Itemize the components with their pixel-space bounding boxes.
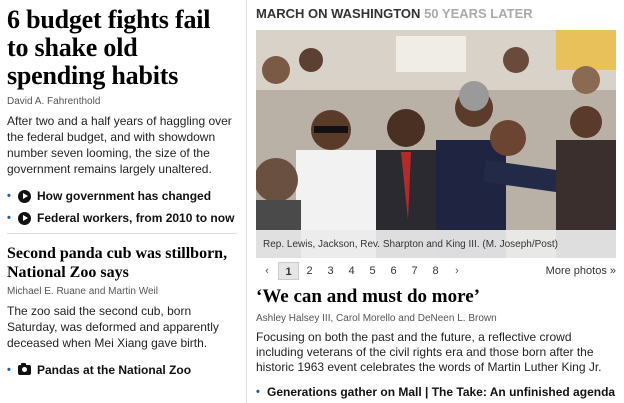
related-link-label[interactable]: How government has changed	[37, 189, 211, 203]
kicker-main[interactable]: MARCH ON WASHINGTON	[256, 6, 420, 21]
related-link-label[interactable]: Pandas at the National Zoo	[37, 363, 191, 377]
panda-blurb: The zoo said the second cub, born Saturd…	[7, 304, 219, 350]
pager-page[interactable]: 8	[425, 262, 446, 280]
camera-icon	[18, 363, 31, 375]
budget-headline[interactable]: 6 budget fights fail to shake old spendi…	[7, 6, 237, 90]
bullet-icon: •	[7, 212, 11, 224]
pager-next-button[interactable]: ›	[446, 265, 468, 277]
bullet-icon: •	[7, 364, 11, 376]
right-column: MARCH ON WASHINGTON 50 YEARS LATER Rep. …	[256, 6, 616, 399]
pager-page[interactable]: 5	[362, 262, 383, 280]
column-divider	[246, 0, 247, 403]
related-link-federal-workers[interactable]: • Federal workers, from 2010 to now	[7, 207, 237, 229]
budget-byline[interactable]: David A. Fahrenthold	[7, 96, 237, 107]
pager-prev-button[interactable]: ‹	[256, 265, 278, 277]
play-icon	[18, 211, 31, 225]
pager-page[interactable]: 6	[383, 262, 404, 280]
related-link-government[interactable]: • How government has changed	[7, 185, 237, 207]
pager-page[interactable]: 1	[278, 262, 299, 280]
pager-page[interactable]: 3	[320, 262, 341, 280]
related-link-pandas[interactable]: • Pandas at the National Zoo	[7, 359, 237, 381]
more-photos-link[interactable]: More photos »	[546, 265, 616, 277]
panda-related-list: • Pandas at the National Zoo	[7, 359, 237, 381]
march-blurb: Focusing on both the past and the future…	[256, 330, 602, 374]
pager-page[interactable]: 2	[299, 262, 320, 280]
panda-byline[interactable]: Michael E. Ruane and Martin Weil	[7, 286, 237, 297]
story-divider	[7, 233, 237, 234]
play-icon	[18, 189, 31, 203]
kicker-muted[interactable]: 50 YEARS LATER	[424, 6, 533, 21]
budget-blurb: After two and a half years of haggling o…	[7, 114, 232, 176]
gallery-pager: ‹ 1 2 3 4 5 6 7 8 › More photos »	[256, 261, 616, 281]
related-link-label[interactable]: Generations gather on Mall | The Take: A…	[267, 385, 615, 399]
photo-caption: Rep. Lewis, Jackson, Rev. Sharpton and K…	[256, 230, 616, 258]
gallery-photo[interactable]: Rep. Lewis, Jackson, Rev. Sharpton and K…	[256, 30, 616, 258]
crowd-photo-illustration	[256, 30, 616, 258]
left-column: 6 budget fights fail to shake old spendi…	[7, 6, 237, 381]
related-link-generations[interactable]: • Generations gather on Mall | The Take:…	[256, 385, 616, 399]
budget-related-list: • How government has changed • Federal w…	[7, 185, 237, 229]
march-byline[interactable]: Ashley Halsey III, Carol Morello and DeN…	[256, 313, 616, 324]
march-headline[interactable]: ‘We can and must do more’	[256, 286, 616, 308]
related-link-label[interactable]: Federal workers, from 2010 to now	[37, 211, 234, 225]
section-kicker[interactable]: MARCH ON WASHINGTON 50 YEARS LATER	[256, 6, 616, 24]
pager-page[interactable]: 7	[404, 262, 425, 280]
bullet-icon: •	[7, 190, 11, 202]
panda-headline[interactable]: Second panda cub was stillborn, National…	[7, 244, 237, 282]
bullet-icon: •	[256, 386, 260, 398]
pager-page[interactable]: 4	[341, 262, 362, 280]
